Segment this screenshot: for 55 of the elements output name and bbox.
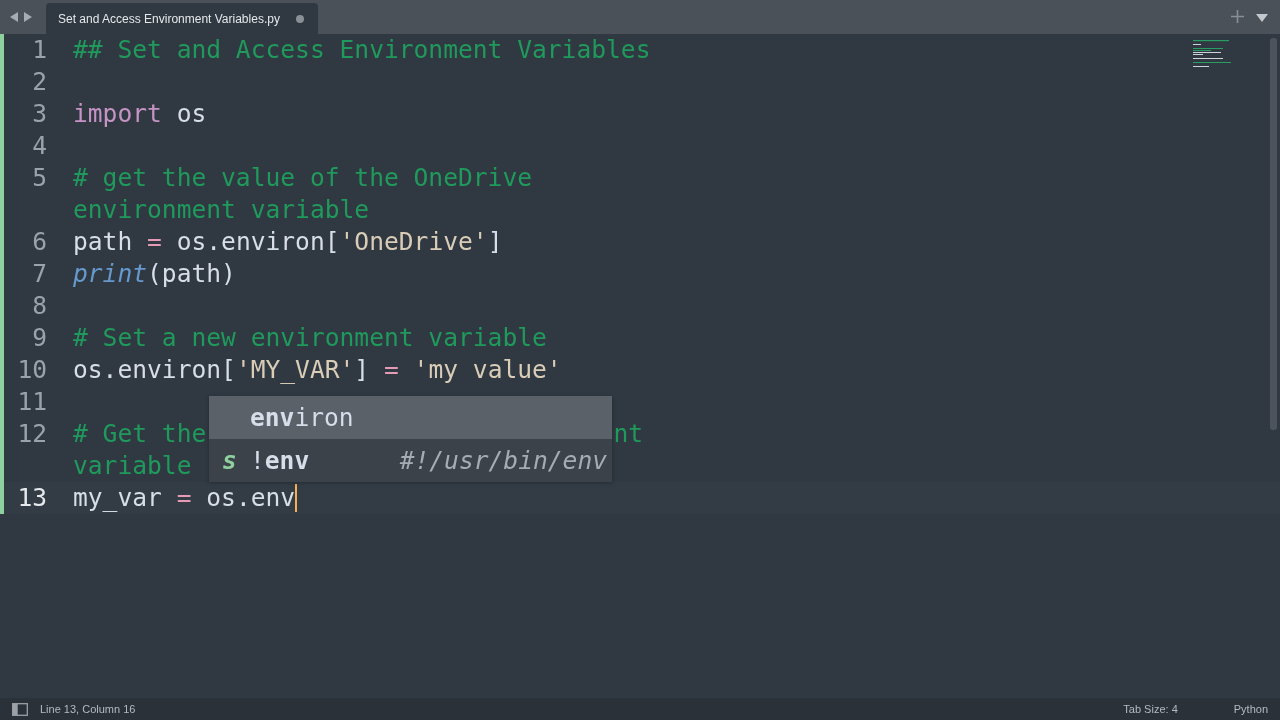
code-comment: environment variable [73, 194, 370, 226]
code-token: print [73, 258, 148, 290]
plus-icon[interactable] [1231, 10, 1244, 23]
syntax-selector[interactable]: Python [1233, 703, 1268, 715]
completion-label: !env [250, 446, 310, 475]
line-number: 5 [32, 162, 48, 194]
code-comment: nt [613, 418, 644, 450]
line-number: 4 [32, 130, 48, 162]
code-token: os.environ[ [175, 226, 340, 258]
code-token: = [383, 354, 399, 386]
line-number: 13 [17, 482, 48, 514]
file-tab[interactable]: Set and Access Environment Variables.py [46, 3, 318, 34]
minimap-drawing[interactable] [1193, 40, 1233, 70]
code-token: = [176, 482, 192, 514]
code-comment: # Set a new environment variable [73, 322, 547, 354]
completion-label: environ [250, 403, 354, 432]
forward-arrow-icon[interactable] [22, 11, 34, 23]
code-token: os.env [205, 482, 296, 514]
scrollbar[interactable] [1270, 38, 1277, 430]
code-comment: ## Set and Access Environment Variables [73, 34, 651, 66]
code-token: ] [354, 354, 371, 386]
code-token: (path) [147, 258, 236, 290]
line-number: 3 [32, 98, 48, 130]
completion-item[interactable]: s !env #!/usr/bin/env [209, 439, 612, 482]
code-token: 'OneDrive' [339, 226, 488, 258]
completion-item[interactable]: environ [209, 396, 612, 439]
dropdown-caret-icon[interactable] [1256, 13, 1268, 23]
line-number: 11 [17, 386, 48, 418]
text-cursor [295, 484, 298, 512]
code-token: = [147, 226, 162, 258]
code-token: ] [487, 226, 503, 258]
code-token: import [73, 98, 162, 130]
cursor-position: Line 13, Column 16 [40, 703, 136, 715]
line-number: 12 [17, 418, 48, 450]
panel-toggle-icon[interactable] [12, 702, 28, 716]
code-token: os.environ[ [73, 354, 236, 386]
back-arrow-icon[interactable] [8, 11, 20, 23]
line-number: 7 [32, 258, 48, 290]
code-comment: # Get the [73, 418, 207, 450]
tab-size-selector[interactable]: Tab Size: 4 [1123, 703, 1178, 715]
line-number: 2 [32, 66, 48, 98]
line-number: 8 [32, 290, 48, 322]
line-number: 6 [32, 226, 48, 258]
line-number: 10 [17, 354, 48, 386]
code-comment: # get the value of the OneDrive [73, 162, 532, 194]
code-comment: variable [73, 450, 192, 482]
completion-hint: #!/usr/bin/env [399, 446, 608, 475]
snippet-kind-label: s [222, 446, 237, 475]
code-token: os [175, 98, 207, 130]
code-token: 'MY_VAR' [235, 354, 355, 386]
code-token: path [73, 226, 134, 258]
line-number: 9 [32, 322, 48, 354]
code-token: 'my value' [413, 354, 562, 386]
code-token: my_var [73, 482, 163, 514]
line-number: 1 [32, 34, 48, 66]
